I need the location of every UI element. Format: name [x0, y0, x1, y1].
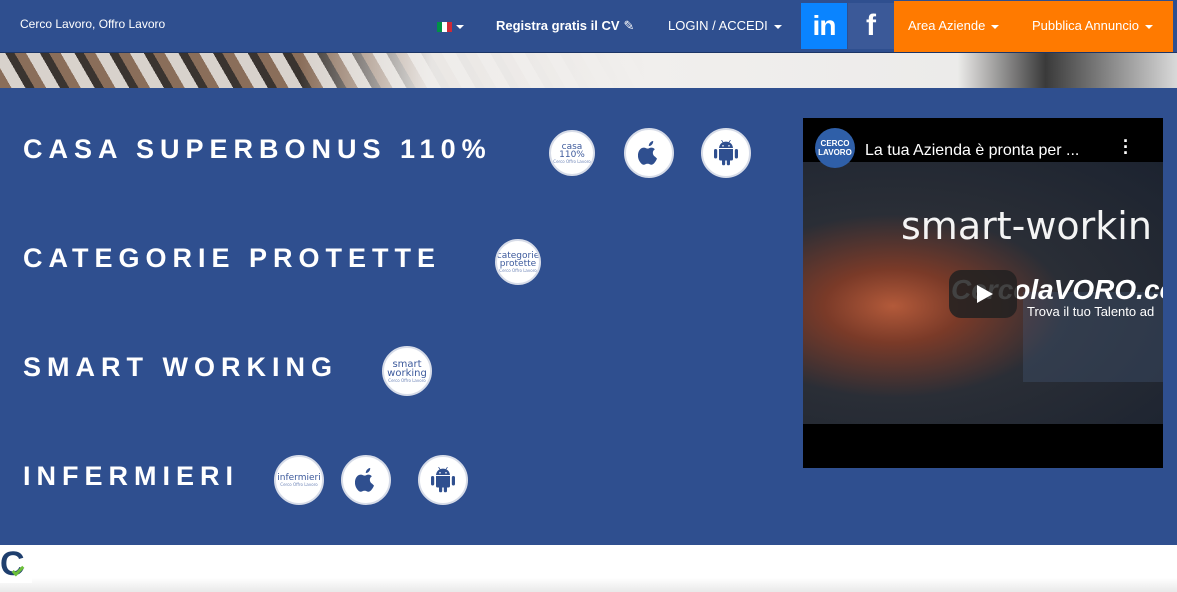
infermieri-logo-button[interactable]: infermieri Cerco Offro Lavoro	[274, 455, 324, 505]
more-options-icon[interactable]: · · ·	[1121, 132, 1131, 162]
linkedin-icon: in	[812, 10, 837, 41]
register-cv-label: Registra gratis il CV	[496, 18, 620, 33]
chevron-down-icon	[773, 24, 782, 29]
superbonus-apple-button[interactable]	[624, 128, 674, 178]
area-aziende-label: Area Aziende	[908, 18, 986, 33]
facebook-icon: f	[866, 9, 876, 42]
pencil-icon: ✎	[623, 18, 635, 33]
play-icon	[977, 285, 993, 303]
section-title-categorie-protette[interactable]: CATEGORIE PROTETTE	[23, 243, 441, 274]
pubblica-annuncio-dropdown[interactable]: Pubblica Annuncio	[1032, 18, 1153, 33]
smart-working-logo: smart working Cerco Offro Lavoro	[387, 358, 427, 383]
area-aziende-dropdown[interactable]: Area Aziende	[908, 18, 1000, 33]
smart-working-logo-button[interactable]: smart working Cerco Offro Lavoro	[382, 346, 432, 396]
infermieri-android-button[interactable]	[418, 455, 468, 505]
categorie-protette-logo: categorie protette Cerco Offro Lavoro	[496, 250, 540, 273]
login-label: LOGIN / ACCEDI	[668, 18, 768, 33]
footer-logo-icon[interactable]: C	[0, 545, 32, 583]
chevron-down-icon	[1144, 24, 1153, 29]
facebook-button[interactable]: f	[848, 3, 894, 49]
chevron-down-icon	[991, 24, 1000, 29]
hero-image-fade	[300, 53, 1177, 88]
brand-tagline[interactable]: Cerco Lavoro, Offro Lavoro	[20, 17, 165, 31]
hero-image	[0, 53, 1177, 88]
flag-stripe-red	[447, 22, 452, 32]
pubblica-annuncio-label: Pubblica Annuncio	[1032, 18, 1139, 33]
login-dropdown[interactable]: LOGIN / ACCEDI	[668, 18, 782, 33]
footer-area	[0, 545, 1177, 592]
thumbnail-overlay-text: smart-workin	[901, 204, 1152, 248]
video-title[interactable]: La tua Azienda è pronta per ...	[865, 142, 1079, 160]
apple-icon	[355, 468, 374, 492]
apple-icon	[638, 141, 657, 165]
android-icon	[431, 467, 455, 493]
language-caret-icon[interactable]	[456, 25, 464, 29]
channel-avatar[interactable]: CERCO LAVORO	[815, 128, 855, 168]
categorie-protette-logo-button[interactable]: categorie protette Cerco Offro Lavoro	[495, 239, 541, 285]
linkedin-button[interactable]: in	[801, 3, 847, 49]
superbonus-android-button[interactable]	[701, 128, 751, 178]
register-cv-link[interactable]: Registra gratis il CV ✎	[496, 18, 634, 34]
top-navbar: Cerco Lavoro, Offro Lavoro Registra grat…	[0, 0, 1177, 53]
superbonus-logo-button[interactable]: casa 110% Cerco Offro Lavoro	[549, 130, 595, 176]
infermieri-apple-button[interactable]	[341, 455, 391, 505]
page: Cerco Lavoro, Offro Lavoro Registra grat…	[0, 0, 1177, 592]
play-button[interactable]	[949, 270, 1017, 318]
android-icon	[714, 140, 738, 166]
section-title-smart-working[interactable]: SMART WORKING	[23, 352, 338, 383]
youtube-video-player[interactable]: smart-workin CercolaVORO.co Trova il tuo…	[803, 118, 1163, 468]
italian-flag-icon[interactable]	[437, 22, 452, 32]
thumbnail-tagline: Trova il tuo Talento ad	[1027, 304, 1155, 319]
section-title-infermieri[interactable]: INFERMIERI	[23, 461, 239, 492]
superbonus-logo: casa 110% Cerco Offro Lavoro	[553, 141, 591, 164]
section-title-superbonus[interactable]: CASA SUPERBONUS 110%	[23, 134, 492, 165]
infermieri-logo: infermieri Cerco Offro Lavoro	[277, 472, 321, 487]
